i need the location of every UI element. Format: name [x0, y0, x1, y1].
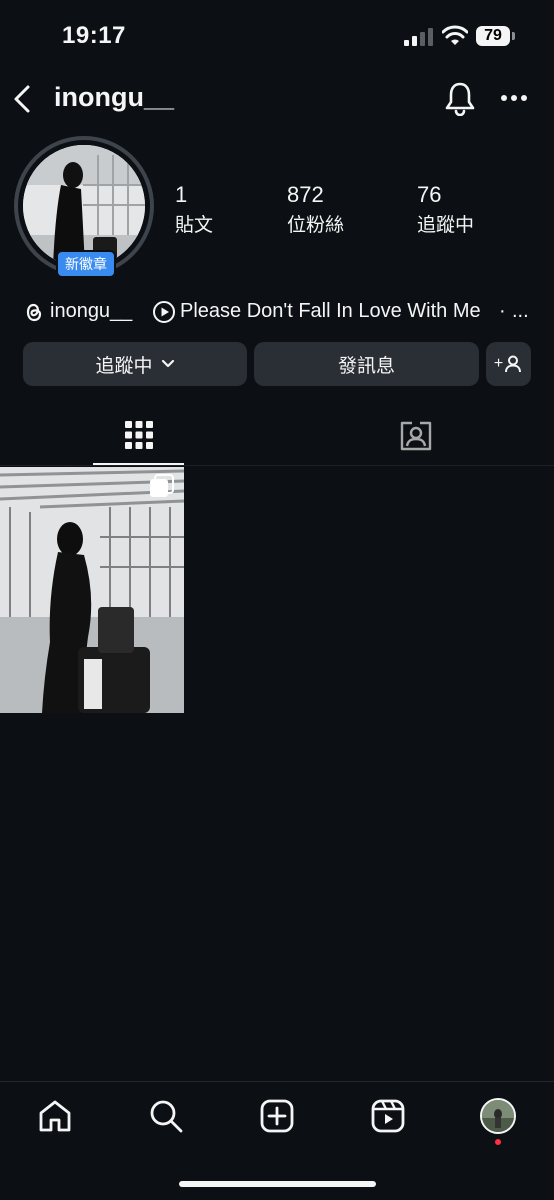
stat-followers[interactable]: 872 位粉絲 [287, 182, 344, 237]
battery-level: 79 [484, 27, 502, 44]
posts-label: 貼文 [175, 215, 214, 236]
battery-icon: 79 [476, 25, 516, 47]
create-icon[interactable] [259, 1098, 295, 1134]
new-badge-label[interactable]: 新徽章 [56, 250, 116, 278]
search-icon[interactable] [148, 1098, 184, 1134]
back-icon[interactable] [10, 84, 34, 114]
music-play-icon[interactable] [152, 300, 176, 324]
message-button-label: 發訊息 [337, 355, 395, 377]
person-icon [505, 355, 522, 373]
stat-posts[interactable]: 1 貼文 [175, 182, 213, 237]
following-count: 76 [417, 182, 442, 207]
profile-avatar[interactable] [23, 145, 145, 267]
status-time: 19:17 [62, 22, 126, 49]
following-button-label: 追蹤中 [95, 355, 153, 377]
message-button[interactable]: 發訊息 [254, 342, 479, 386]
tagged-icon[interactable] [399, 420, 433, 452]
grid-icon[interactable] [124, 420, 154, 450]
notification-dot [495, 1139, 501, 1145]
post-thumbnail[interactable] [0, 467, 184, 713]
reels-icon[interactable] [370, 1098, 406, 1134]
threads-handle-link[interactable]: inongu__ [50, 300, 132, 323]
profile-username: inongu__ [54, 82, 174, 112]
stat-following[interactable]: 76 追蹤中 [417, 182, 474, 237]
wifi-icon [442, 25, 468, 45]
profile-nav-avatar[interactable] [480, 1098, 516, 1134]
add-user-plus: + [493, 355, 504, 372]
cellular-signal-icon [404, 28, 433, 46]
more-options-icon[interactable] [500, 92, 528, 104]
chevron-down-icon [161, 359, 174, 368]
followers-count: 872 [287, 182, 324, 207]
active-tab-indicator [93, 463, 184, 465]
notification-bell-icon[interactable] [444, 80, 476, 116]
profile-music-link[interactable]: Please Don't Fall In Love With Me [180, 300, 481, 323]
home-icon[interactable] [37, 1098, 73, 1134]
add-user-button[interactable]: + [486, 342, 531, 386]
posts-count: 1 [175, 182, 188, 207]
threads-icon[interactable] [23, 300, 45, 324]
following-button[interactable]: 追蹤中 [23, 342, 247, 386]
following-label: 追蹤中 [417, 215, 475, 236]
separator-dot: · [499, 300, 506, 322]
home-indicator[interactable] [179, 1181, 376, 1187]
bottom-nav-border [0, 1081, 554, 1082]
followers-label: 位粉絲 [287, 215, 345, 236]
more-links-ellipsis[interactable]: ... [512, 300, 529, 323]
tab-divider [0, 465, 554, 466]
